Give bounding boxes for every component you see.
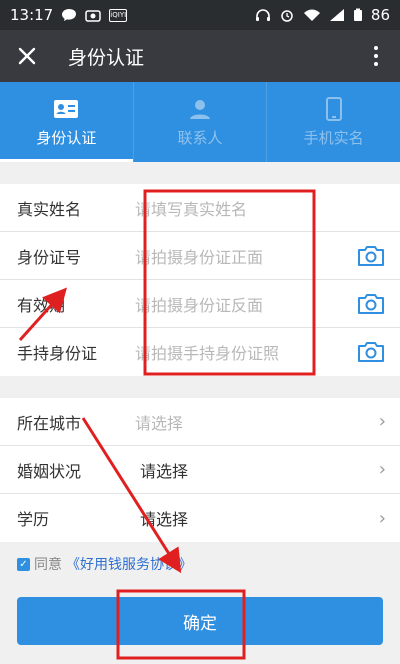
more-vertical-icon[interactable]	[366, 46, 386, 66]
signal-icon	[329, 8, 345, 22]
tab-label: 手机实名	[303, 128, 364, 147]
id-back-input[interactable]: 请拍摄身份证反面	[135, 292, 356, 316]
status-time: 13:17	[10, 6, 54, 24]
battery-level: 86	[370, 6, 390, 24]
phone-icon	[325, 96, 342, 121]
real-name-input[interactable]: 请填写真实姓名	[135, 196, 386, 220]
id-front-input[interactable]: 请拍摄身份证正面	[135, 244, 356, 268]
camera-icon[interactable]	[356, 244, 386, 268]
agreement-link[interactable]: 《好用钱服务协议》	[66, 554, 192, 574]
info-form: 所在城市 请选择 › 婚姻状况 请选择 › 学历 请选择 ›	[0, 398, 400, 542]
agree-checkbox[interactable]: ✓	[17, 557, 30, 571]
confirm-button[interactable]: 确定	[17, 597, 383, 645]
city-row[interactable]: 所在城市 请选择 ›	[0, 398, 400, 446]
row-label: 有效期	[17, 295, 66, 315]
row-label: 婚姻状况	[17, 461, 82, 481]
row-label: 真实姓名	[17, 199, 82, 219]
page-title: 身份认证	[68, 46, 145, 69]
chevron-right-icon: ›	[378, 411, 386, 432]
person-icon	[189, 97, 211, 121]
chat-icon	[61, 8, 77, 22]
close-icon[interactable]	[14, 43, 40, 69]
section-gap	[0, 162, 400, 184]
education-select[interactable]: 请选择	[140, 506, 379, 530]
section-gap	[0, 376, 400, 398]
marital-select[interactable]: 请选择	[140, 458, 379, 482]
row-label: 学历	[17, 510, 50, 529]
status-bar: 13:17 iQIYI 86	[0, 0, 400, 30]
nav-bar: 身份认证	[0, 30, 400, 82]
row-label: 手持身份证	[17, 344, 98, 363]
tab-identity[interactable]: 身份认证	[0, 82, 133, 162]
tab-label: 身份认证	[36, 128, 97, 147]
tab-contacts[interactable]: 联系人	[132, 82, 267, 162]
camera-icon	[85, 8, 101, 22]
identity-form: 真实姓名 请填写真实姓名 身份证号 请拍摄身份证正面 有效期 请拍摄身份证反面 …	[0, 184, 400, 376]
wifi-icon	[303, 8, 321, 22]
camera-icon[interactable]	[356, 292, 386, 316]
tab-label: 联系人	[177, 128, 223, 147]
qiyi-icon: iQIYI	[109, 8, 128, 22]
education-row[interactable]: 学历 请选择 ›	[0, 494, 400, 542]
validity-row[interactable]: 有效期 请拍摄身份证反面	[0, 280, 400, 328]
handheld-id-input[interactable]: 请拍摄手持身份证照	[135, 340, 356, 364]
headphone-icon	[255, 8, 271, 22]
city-select[interactable]: 请选择	[135, 410, 379, 434]
camera-icon[interactable]	[356, 340, 386, 364]
alarm-icon	[279, 8, 295, 22]
chevron-right-icon: ›	[378, 459, 386, 480]
id-card-icon	[53, 97, 79, 121]
tab-phone-realname[interactable]: 手机实名	[266, 82, 400, 162]
row-label: 身份证号	[17, 247, 82, 267]
agreement-row: ✓ 同意 《好用钱服务协议》	[0, 542, 400, 586]
marital-row[interactable]: 婚姻状况 请选择 ›	[0, 446, 400, 494]
agree-text: 同意	[34, 557, 62, 573]
confirm-wrap: 确定	[0, 586, 400, 645]
tab-bar: 身份认证 联系人 手机实名	[0, 82, 400, 162]
battery-icon	[353, 8, 363, 22]
id-number-row[interactable]: 身份证号 请拍摄身份证正面	[0, 232, 400, 280]
handheld-id-row[interactable]: 手持身份证 请拍摄手持身份证照	[0, 328, 400, 376]
chevron-right-icon: ›	[378, 507, 386, 529]
row-label: 所在城市	[17, 413, 82, 433]
real-name-row[interactable]: 真实姓名 请填写真实姓名	[0, 184, 400, 232]
